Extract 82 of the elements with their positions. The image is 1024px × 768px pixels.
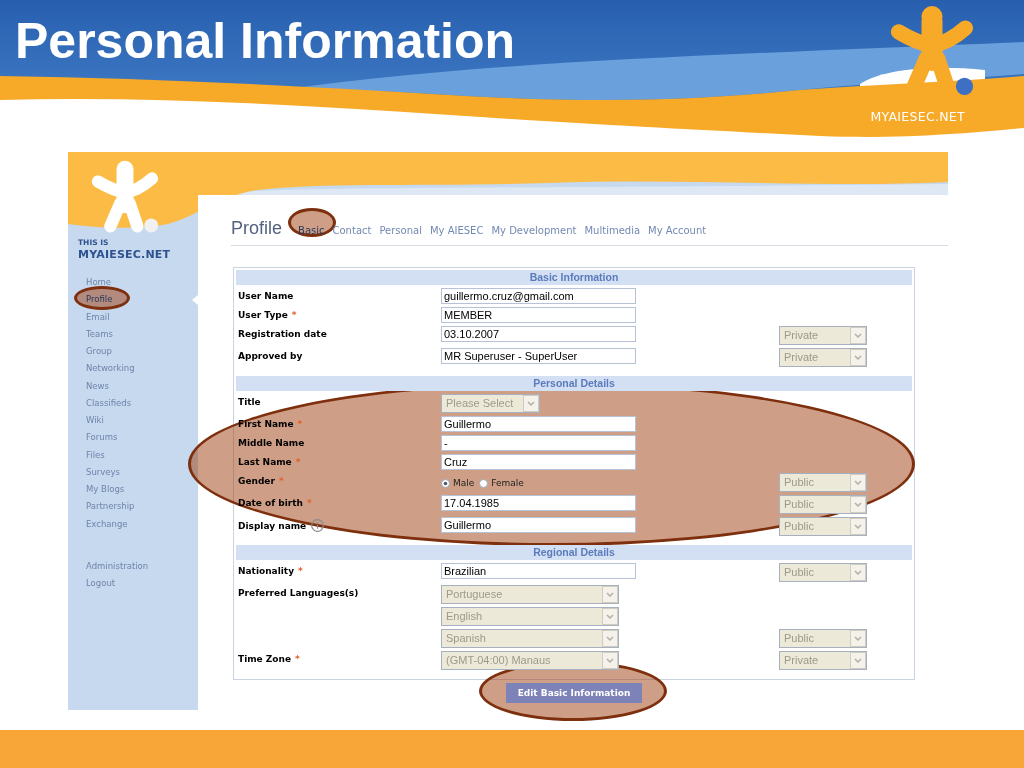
chevron-down-icon: [850, 518, 866, 535]
sidebar-item[interactable]: Home: [68, 274, 198, 292]
sidebar-item[interactable]: Exchange: [68, 515, 198, 533]
tab[interactable]: My AIESEC: [429, 225, 484, 236]
chevron-down-icon: [523, 395, 539, 412]
field-label: Display name: [238, 519, 307, 532]
radio-label[interactable]: Female: [491, 477, 524, 489]
field-label: Preferred Languages(s): [238, 587, 359, 599]
sidebar-item[interactable]: Surveys: [68, 463, 198, 481]
radio-icon[interactable]: [441, 478, 450, 488]
sidebar-item[interactable]: Wiki: [68, 412, 198, 430]
sidebar-item[interactable]: Group: [68, 343, 198, 361]
field-label: User Name: [238, 290, 294, 302]
sidebar-item[interactable]: Partnership: [68, 498, 198, 516]
sidebar-item[interactable]: News: [68, 377, 198, 395]
tab[interactable]: Contact: [332, 225, 372, 236]
input-field[interactable]: -: [441, 435, 636, 451]
field-label: Approved by: [238, 350, 303, 362]
field-label: Registration date: [238, 328, 327, 340]
input-field[interactable]: Guillermo: [441, 416, 636, 432]
input-field[interactable]: Cruz: [441, 454, 636, 470]
field-label: Time Zone: [238, 653, 292, 665]
logo-icon: [90, 160, 160, 234]
required-mark: *: [307, 497, 312, 509]
sidebar-item[interactable]: Administration: [68, 557, 198, 575]
tab[interactable]: Basic: [298, 225, 325, 236]
edit-button[interactable]: Edit Basic Information: [506, 683, 642, 703]
sidebar-item[interactable]: Forums: [68, 429, 198, 447]
radio-label[interactable]: Male: [453, 477, 475, 489]
input-field[interactable]: Brazilian: [441, 563, 636, 579]
input-field[interactable]: 03.10.2007: [441, 326, 636, 342]
logo-text: MYAIESEC.NET: [78, 247, 171, 262]
input-field[interactable]: MEMBER: [441, 307, 636, 323]
chevron-down-icon: [602, 652, 618, 669]
chevron-down-icon: [602, 586, 618, 603]
chevron-down-icon: [850, 630, 866, 647]
section-header: Personal Details: [236, 376, 912, 391]
required-mark: *: [298, 565, 303, 577]
chevron-down-icon: [850, 349, 866, 366]
required-mark: *: [291, 309, 297, 321]
section-header: Basic Information: [236, 270, 912, 285]
field-label: Last Name: [238, 456, 292, 468]
section-header: Regional Details: [236, 545, 912, 560]
input-field[interactable]: Guillermo: [441, 517, 636, 533]
sidebar-item[interactable]: Files: [68, 446, 198, 464]
tab[interactable]: Multimedia: [584, 225, 641, 236]
logo-icon: [889, 5, 975, 97]
sidebar-item[interactable]: Profile: [68, 291, 198, 309]
radio-icon[interactable]: [479, 478, 489, 488]
field-label: Date of birth: [238, 497, 303, 509]
chevron-down-icon: [602, 608, 618, 625]
slide-title: Personal Information: [15, 12, 516, 71]
tab[interactable]: Personal: [379, 225, 422, 236]
sidebar-item[interactable]: My Blogs: [68, 481, 198, 499]
sidebar-item[interactable]: Teams: [68, 325, 198, 343]
sidebar-item[interactable]: Classifieds: [68, 394, 198, 412]
sidebar-item[interactable]: Networking: [68, 360, 198, 378]
field-label: First Name: [238, 418, 294, 430]
chevron-down-icon: [850, 652, 866, 669]
field-label: Middle Name: [238, 437, 305, 449]
chevron-down-icon: [602, 630, 618, 647]
chevron-down-icon: [850, 474, 866, 491]
input-field[interactable]: guillermo.cruz@gmail.com: [441, 288, 636, 304]
chevron-down-icon: [850, 327, 866, 344]
field-label: Title: [238, 396, 261, 408]
input-field[interactable]: 17.04.1985: [441, 495, 636, 511]
chevron-down-icon: [850, 564, 866, 581]
field-label: Nationality: [238, 565, 294, 577]
required-mark: *: [278, 475, 284, 487]
page-heading: Profile: [231, 218, 283, 239]
field-label: Gender: [238, 475, 275, 487]
logo-text: MYAIESEC.NET: [870, 109, 965, 125]
field-label: User Type: [238, 309, 288, 321]
required-mark: *: [295, 456, 301, 468]
tab[interactable]: My Account: [648, 225, 707, 236]
tab[interactable]: My Development: [491, 225, 577, 236]
chevron-down-icon: [850, 496, 866, 513]
required-mark: *: [295, 653, 300, 665]
input-field[interactable]: MR Superuser - SuperUser: [441, 348, 636, 364]
required-mark: *: [297, 418, 303, 430]
sidebar-item[interactable]: Email: [68, 308, 198, 326]
sidebar-item[interactable]: Logout: [68, 575, 198, 593]
